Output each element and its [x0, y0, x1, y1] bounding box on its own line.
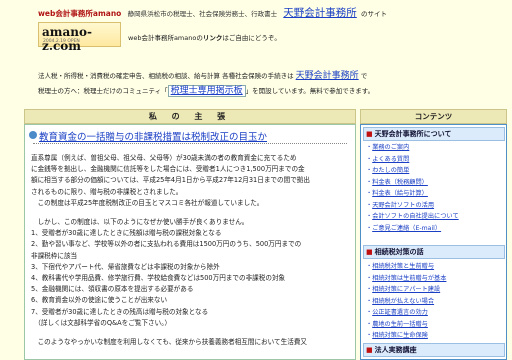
- sidebar-section-corporate: ■ 法人実務講座: [363, 343, 505, 357]
- square-icon: ■: [366, 346, 373, 354]
- article-line: このようなやっかいな制度を利用しなくても、従来から扶養義務者相互間において生活費…: [31, 338, 308, 347]
- article-line: 7、受贈者が30歳に達したときの残高は贈与税の対象となる: [31, 307, 209, 316]
- sidebar-link[interactable]: 天野会計ソフトの活用: [366, 200, 434, 209]
- sidebar-panel: ■天野会計事務所について 業務のご案内よくある質問わたしの簡単料金表（税務顧問）…: [360, 124, 507, 360]
- sidebar-header: コンテンツ: [360, 109, 507, 124]
- link-free-post: はご自由にどうぞ。: [222, 34, 281, 42]
- office-link[interactable]: 天野会計事務所: [283, 7, 357, 19]
- site-suffix: のサイト: [361, 10, 388, 18]
- bullet-icon: [29, 131, 37, 139]
- site-description: 静岡県浜松市の税理士、社会保険労務士、行政書士: [127, 10, 278, 18]
- site-header: web会計事務所amano 静岡県浜松市の税理士、社会保険労務士、行政書士 天野…: [38, 5, 387, 20]
- intro-office-link[interactable]: 天野会計事務所: [296, 71, 359, 81]
- article-title[interactable]: 教育資金の一括贈与の非課税措置は税制改正の目玉か: [39, 129, 339, 143]
- intro-line-2-after: 」を開設しています。無料で参加できます。: [245, 87, 375, 95]
- square-icon: ■: [366, 248, 373, 256]
- intro-line-2-text: 税理士の方へ：税理士だけのコミュニティ「: [38, 87, 168, 95]
- square-icon: ■: [366, 130, 373, 138]
- article-line: 2、勤や習い事など、学校等以外の者に支払われる費用は1500万円のうち、500万…: [31, 240, 302, 249]
- sidebar-link[interactable]: 相続対策にアパート建設: [366, 284, 440, 293]
- intro-line-1-text: 法人税・所得税・消費税の確定申告、相続税の相談、給与計算 各種社会保険の手続きは: [38, 72, 294, 80]
- article-line: この制度は平成25年度税制改正の目玉とマスコミ各社が報道していました。: [31, 198, 264, 207]
- article-line: されるものに限り、贈与税の非課税とされました。: [31, 187, 183, 196]
- article-line: 1、受贈者が30歳に達したときに残額は贈与税の課税対象となる: [31, 229, 222, 238]
- article-panel: 教育資金の一括贈与の非課税措置は税制改正の目玉か 直系尊属（例えば、曽祖父母、祖…: [24, 124, 356, 360]
- sidebar-link[interactable]: 料金表（税務顧問）: [366, 177, 428, 186]
- article-line: （詳しくは文部科学省のQ&Aをご覧下さい。）: [31, 318, 172, 327]
- intro-line-2: 税理士の方へ：税理士だけのコミュニティ「 税理士専用掲示板 」を開設しています。無料…: [38, 83, 375, 97]
- article-body: 直系尊属（例えば、曽祖父母、祖父母、父母等）が30歳未満の者の教育資金に充てるた…: [31, 153, 349, 348]
- sidebar-link[interactable]: 相続対策は生前贈与が基本: [366, 273, 446, 282]
- sidebar-section-inheritance: ■ 相続税対策の話: [363, 245, 505, 259]
- article-spacer: [31, 209, 349, 217]
- sidebar-section-about-label: 天野会計事務所について: [374, 130, 452, 138]
- link-free-bold: リンク: [202, 34, 223, 42]
- article-line: 3、下宿代やアパート代、帰省旅費などは非課税の対象から除外: [31, 262, 220, 271]
- sidebar-link[interactable]: 相続税対策と生前贈与: [366, 261, 434, 270]
- site-title[interactable]: web会計事務所amano: [38, 9, 121, 18]
- sidebar-section-corporate-label: 法人実務講座: [374, 346, 417, 354]
- site-logo[interactable]: amano-z.com 2004.2.19 OPEN: [38, 22, 121, 53]
- article-line: 6、教育資金以外の使途に使うことが出来ない: [31, 296, 168, 305]
- title-divider: [33, 143, 347, 144]
- sidebar-link[interactable]: 相続対策に生命保険: [366, 330, 428, 339]
- intro-line-1-after: で: [360, 72, 368, 80]
- link-free-pre: web会計事務所amanoの: [128, 34, 203, 42]
- logo-subtext: 2004.2.19 OPEN: [43, 39, 80, 44]
- sidebar-link[interactable]: 農地の生前一括贈与: [366, 319, 428, 328]
- article-line: 4、教科書代や学用品費、修学旅行費、学校給食費などは500万円までの非課税の対象: [31, 274, 286, 283]
- article-line: に金銭等を拠出し、金融機関に信託等をした場合には、受贈者1人につき1,500万円…: [31, 165, 305, 174]
- link-free-notice: web会計事務所amanoのリンクはご自由にどうぞ。: [128, 32, 281, 42]
- bbs-link[interactable]: 税理士専用掲示板: [167, 85, 246, 97]
- sidebar-section-inheritance-label: 相続税対策の話: [374, 248, 424, 256]
- main-column-header: 私 の 主 張: [24, 109, 356, 124]
- sidebar-link[interactable]: 公正証書遺言の効力: [366, 307, 428, 316]
- sidebar-link[interactable]: 相続税が払えない場合: [366, 296, 434, 305]
- article-line: 5、金融機関には、領収書の原本を提出する必要がある: [31, 285, 194, 294]
- sidebar-link[interactable]: 会計ソフトの自社提出について: [366, 211, 458, 220]
- article-line: 直系尊属（例えば、曽祖父母、祖父母、父母等）が30歳未満の者の教育資金に充てるた…: [31, 154, 297, 162]
- sidebar-link[interactable]: わたしの簡単: [366, 165, 409, 174]
- article-line: 非課税枠に該当: [31, 251, 78, 260]
- sidebar-link[interactable]: 料金表（給与計算）: [366, 188, 428, 197]
- article-line: しかし、この制度は、以下のようになぜか使い勝手が良くありません。: [31, 218, 249, 227]
- sidebar-link[interactable]: よくある質問: [366, 154, 409, 163]
- article-line: 額に相当する部分の価額については、平成25年4月1日から平成27年12月31日ま…: [31, 176, 310, 185]
- sidebar-link[interactable]: 業務のご案内: [366, 142, 409, 151]
- sidebar-link[interactable]: ご意見ご連絡（E-mail）: [366, 223, 441, 232]
- article-spacer: [31, 329, 349, 337]
- sidebar-section-about: ■ 天野会計事務所について: [363, 127, 505, 141]
- intro-line-1: 法人税・所得税・消費税の確定申告、相続税の相談、給与計算 各種社会保険の手続きは…: [38, 68, 367, 81]
